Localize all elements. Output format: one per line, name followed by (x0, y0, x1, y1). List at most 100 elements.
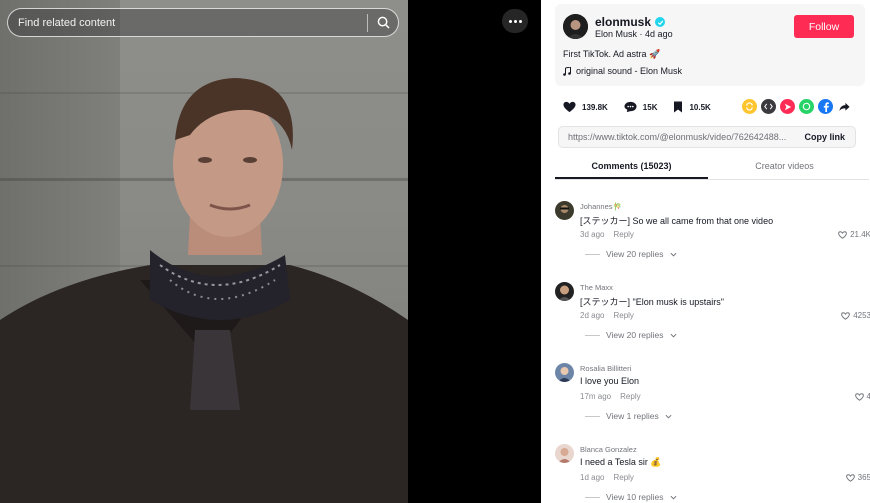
comment-like-button[interactable]: 4253 (841, 311, 870, 320)
repost-icon[interactable] (742, 99, 757, 114)
comment-like-button[interactable]: 365 (845, 473, 870, 482)
view-replies-button[interactable]: View 10 replies (585, 492, 677, 502)
follow-button[interactable]: Follow (794, 15, 854, 38)
music-note-icon (563, 66, 571, 76)
reply-button[interactable]: Reply (613, 311, 633, 320)
comment-like-count: 4253 (853, 311, 870, 320)
sound-row[interactable]: original sound - Elon Musk (563, 66, 682, 76)
comment-item: Johannes🎋 [ステッカー] So we all came from th… (555, 201, 870, 281)
post-caption: First TikTok. Ad astra 🚀 (563, 49, 661, 59)
post-time: 4d ago (645, 29, 673, 39)
chevron-down-icon (670, 495, 676, 500)
author-username-row[interactable]: elonmusk (595, 15, 666, 29)
reply-button[interactable]: Reply (613, 230, 633, 239)
reply-button[interactable]: Reply (613, 473, 633, 482)
comment-text: I need a Tesla sir 💰 (580, 457, 662, 467)
view-replies-label[interactable]: View 1 replies (606, 411, 659, 421)
send-to-friends-icon[interactable] (780, 99, 795, 114)
like-button[interactable]: 139.8K (563, 101, 608, 113)
comment-meta: 1d ago Reply (580, 473, 634, 482)
tiktok-video-page: Find related content elonmusk Elon Musk … (0, 0, 870, 503)
post-info-card: elonmusk Elon Musk · 4d ago Follow First… (555, 4, 865, 86)
panel-tabs: Comments (15023) Creator videos (555, 154, 869, 180)
avatar[interactable] (555, 201, 574, 220)
comment-time: 3d ago (580, 230, 605, 239)
avatar[interactable] (555, 363, 574, 382)
comment-username[interactable]: The Maxx (580, 283, 613, 292)
comment-meta: 17m ago Reply (580, 392, 641, 401)
chevron-down-icon (670, 252, 676, 257)
comment-meta: 2d ago Reply (580, 311, 634, 320)
replies-divider (585, 496, 600, 498)
comment-text: [ステッカー] So we all came from that one vid… (580, 216, 774, 226)
replies-divider (585, 415, 600, 417)
video-frame-person (0, 78, 408, 503)
video-side-gap (408, 0, 541, 503)
comment-like-button[interactable]: 4 (854, 392, 870, 401)
view-replies-label[interactable]: View 20 replies (606, 249, 664, 259)
facebook-icon[interactable] (818, 99, 833, 114)
bookmark-icon (674, 101, 683, 113)
view-replies-label[interactable]: View 20 replies (606, 330, 664, 340)
author-display-name: Elon Musk (595, 29, 638, 39)
comment-count: 15K (642, 102, 658, 112)
avatar[interactable] (563, 14, 588, 39)
replies-divider (585, 253, 600, 255)
search-bar[interactable]: Find related content (7, 8, 399, 37)
comment-like-count: 4 (866, 392, 870, 401)
share-arrow-icon[interactable] (837, 99, 852, 114)
heart-outline-icon (841, 311, 851, 320)
view-replies-button[interactable]: View 20 replies (585, 330, 677, 340)
comment-time: 1d ago (580, 473, 605, 482)
heart-outline-icon (838, 230, 847, 239)
comments-panel: elonmusk Elon Musk · 4d ago Follow First… (541, 0, 870, 503)
more-options-button[interactable] (502, 9, 528, 33)
comment-icon (624, 101, 637, 113)
verified-badge-icon (655, 17, 666, 27)
comment-time: 17m ago (580, 392, 612, 401)
author-username[interactable]: elonmusk (595, 15, 651, 29)
comment-button[interactable]: 15K (624, 101, 658, 113)
comment-text: I love you Elon (580, 376, 640, 386)
sound-name[interactable]: original sound - Elon Musk (576, 66, 682, 76)
comment-like-count: 365 (857, 473, 870, 482)
tab-comments[interactable]: Comments (15023) (555, 154, 708, 179)
search-icon[interactable] (368, 8, 398, 37)
replies-divider (585, 334, 600, 336)
view-replies-label[interactable]: View 10 replies (606, 492, 664, 502)
save-button[interactable]: 10.5K (673, 101, 711, 113)
copy-link-bar: https://www.tiktok.com/@elonmusk/video/7… (558, 126, 856, 148)
copy-link-button[interactable]: Copy link (794, 132, 855, 142)
comment-item: Rosalia Billitteri I love you Elon 17m a… (555, 363, 870, 443)
search-input[interactable]: Find related content (8, 17, 367, 29)
chevron-down-icon (665, 414, 672, 419)
comment-text: [ステッカー] "Elon musk is upstairs" (580, 297, 724, 307)
comment-item: Blanca Gonzalez I need a Tesla sir 💰 1d … (555, 444, 870, 503)
view-replies-button[interactable]: View 20 replies (585, 249, 677, 259)
heart-icon (563, 101, 576, 113)
comment-username[interactable]: Johannes🎋 (580, 202, 622, 211)
save-count: 10.5K (689, 102, 711, 112)
heart-outline-icon (854, 392, 864, 401)
comment-meta: 3d ago Reply (580, 230, 634, 239)
share-options (742, 99, 852, 114)
tab-creator-videos[interactable]: Creator videos (708, 154, 861, 179)
whatsapp-icon[interactable] (799, 99, 814, 114)
author-subline: Elon Musk · 4d ago (595, 29, 673, 39)
video-player[interactable]: Find related content (0, 0, 408, 503)
avatar[interactable] (555, 444, 574, 463)
comment-like-button[interactable]: 21.4K (838, 230, 870, 239)
comment-username[interactable]: Blanca Gonzalez (580, 445, 637, 454)
video-url: https://www.tiktok.com/@elonmusk/video/7… (568, 132, 787, 142)
comment-item: The Maxx [ステッカー] "Elon musk is upstairs"… (555, 282, 870, 362)
comment-time: 2d ago (580, 311, 605, 320)
reply-button[interactable]: Reply (620, 392, 640, 401)
view-replies-button[interactable]: View 1 replies (585, 411, 672, 421)
chevron-down-icon (670, 333, 676, 338)
embed-icon[interactable] (761, 99, 776, 114)
avatar[interactable] (555, 282, 574, 301)
heart-outline-icon (845, 473, 855, 482)
comment-like-count: 21.4K (850, 230, 870, 239)
comment-username[interactable]: Rosalia Billitteri (580, 364, 631, 373)
like-count: 139.8K (582, 102, 608, 112)
